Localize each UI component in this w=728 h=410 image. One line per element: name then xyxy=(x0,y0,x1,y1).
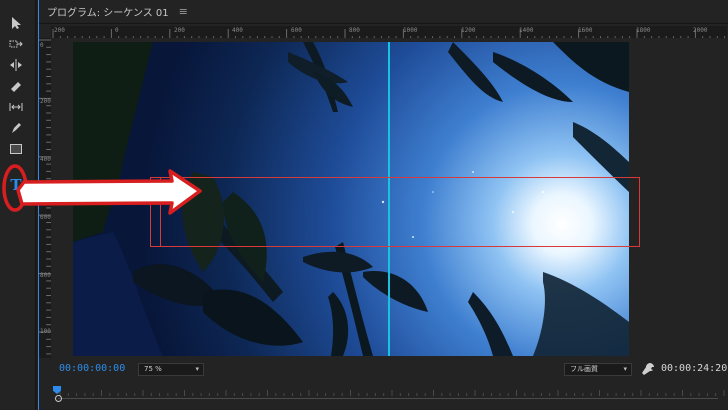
ruler-label: 600 xyxy=(40,214,51,221)
ruler-label: 0 xyxy=(40,42,44,49)
chevron-down-icon: ▾ xyxy=(623,365,627,373)
playback-quality-value: フル画質 xyxy=(570,365,598,373)
rectangle-icon xyxy=(10,144,22,154)
slip-tool-button[interactable] xyxy=(5,98,27,116)
rectangle-tool-button[interactable] xyxy=(5,140,27,158)
ruler-label: 0 xyxy=(115,27,119,34)
playhead-knob[interactable] xyxy=(55,395,62,402)
zoom-level-value: 75 % xyxy=(144,365,162,373)
duration-timecode: 00:00:24:20 xyxy=(661,363,728,374)
timeline-scrubber[interactable] xyxy=(38,384,728,410)
panel-header: プログラム: シーケンス 01 ≡ xyxy=(39,0,728,24)
ruler-label: 1600 xyxy=(578,27,593,34)
ruler-label: 200 xyxy=(40,98,51,105)
arrow-icon xyxy=(12,17,21,29)
ripple-edit-tool-button[interactable] xyxy=(5,56,27,74)
wrench-icon[interactable] xyxy=(641,362,655,376)
horizontal-ruler: 200 0 200 400 600 800 1000 1200 1400 160… xyxy=(51,26,727,38)
scrubber-track[interactable] xyxy=(58,398,718,399)
horizontal-ruler-ticks xyxy=(52,29,726,38)
vertical-ruler: 0 200 400 600 800 1000 xyxy=(39,38,51,358)
zoom-level-select[interactable]: 75 % ▾ xyxy=(138,363,204,376)
ruler-label: 1800 xyxy=(636,27,651,34)
ruler-label: 800 xyxy=(40,272,51,279)
text-box-outline[interactable] xyxy=(150,177,640,247)
ruler-label: 1200 xyxy=(461,27,476,34)
vertical-ruler-ticks xyxy=(39,39,51,355)
type-tool-button[interactable]: T xyxy=(5,176,27,194)
razor-tool-button[interactable] xyxy=(5,77,27,95)
ruler-label: 200 xyxy=(174,27,185,34)
text-cursor-line xyxy=(160,177,161,247)
ruler-label: 800 xyxy=(349,27,360,34)
playback-quality-select[interactable]: フル画質 ▾ xyxy=(564,363,632,376)
ruler-label: 2000 xyxy=(693,27,708,34)
ruler-label: 600 xyxy=(291,27,302,34)
tools-panel: T xyxy=(0,0,36,410)
pen-icon xyxy=(12,123,21,133)
track-select-tool-button[interactable] xyxy=(5,35,27,53)
current-timecode[interactable]: 00:00:00:00 xyxy=(59,363,125,374)
ruler-label: 1000 xyxy=(403,27,418,34)
panel-menu-icon[interactable]: ≡ xyxy=(179,5,188,18)
ruler-label: 1000 xyxy=(40,328,51,335)
panel-title[interactable]: プログラム: シーケンス 01 xyxy=(47,4,169,19)
pen-tool-button[interactable] xyxy=(5,119,27,137)
scrubber-ticks xyxy=(59,390,725,396)
type-icon: T xyxy=(10,176,22,194)
razor-icon xyxy=(11,82,21,92)
slip-icon xyxy=(9,103,23,111)
chevron-down-icon: ▾ xyxy=(195,365,199,373)
ripple-edit-icon xyxy=(10,59,22,71)
playback-controls: 00:00:00:00 75 % ▾ フル画質 ▾ 00:00:24:20 xyxy=(38,360,728,382)
ruler-label: 400 xyxy=(232,27,243,34)
track-select-icon xyxy=(9,40,23,48)
ruler-label: 400 xyxy=(40,156,51,163)
ruler-label: 1400 xyxy=(519,27,534,34)
ruler-label: 200 xyxy=(54,27,65,34)
selection-tool-button[interactable] xyxy=(5,14,27,32)
